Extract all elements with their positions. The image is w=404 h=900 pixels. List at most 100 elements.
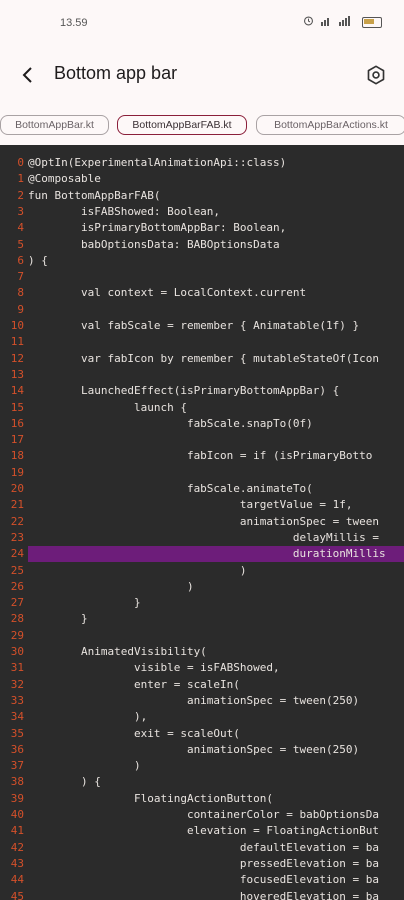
code-line: 19 — [0, 465, 404, 481]
code-text: animationSpec = tween — [28, 514, 379, 528]
alarm-icon — [303, 15, 314, 29]
page-title: Bottom app bar — [54, 63, 178, 83]
line-number: 2 — [17, 188, 24, 202]
code-text: visible = isFABShowed, — [28, 661, 280, 675]
code-text: hoveredElevation = ba — [28, 889, 379, 900]
code-line: 24 durationMillis — [0, 546, 404, 563]
line-number: 21 — [10, 498, 24, 512]
line-number: 42 — [10, 840, 24, 854]
code-line: 27 } — [0, 595, 404, 611]
line-number: 36 — [10, 742, 24, 756]
line-number: 3 — [17, 204, 24, 218]
code-viewer[interactable]: 0 @OptIn(ExperimentalAnimationApi::class)… — [0, 145, 404, 900]
code-line: 39 FloatingActionButton( — [0, 791, 404, 807]
code-text: ) — [28, 563, 247, 577]
code-line: 44 focusedElevation = ba — [0, 872, 404, 888]
line-number: 35 — [10, 726, 24, 740]
code-line: 2 fun BottomAppBarFAB( — [0, 188, 404, 204]
code-text: containerColor = babOptionsDa — [28, 808, 379, 821]
code-line: 7 — [0, 269, 404, 285]
line-number: 32 — [10, 677, 24, 691]
arrow-back-icon[interactable] — [14, 62, 42, 88]
code-line: 42 defaultElevation = ba — [0, 840, 404, 856]
code-line: 23 delayMillis = — [0, 530, 404, 546]
line-number: 9 — [17, 302, 24, 316]
line-number: 43 — [10, 856, 24, 870]
code-line: 32 enter = scaleIn( — [0, 677, 404, 693]
line-number: 39 — [10, 791, 24, 805]
line-number: 20 — [10, 482, 24, 495]
line-number: 25 — [10, 563, 24, 577]
code-text: } — [28, 612, 88, 626]
code-line: 1 @Composable — [0, 171, 404, 187]
code-text: animationSpec = tween(250) — [28, 742, 360, 756]
line-number: 17 — [10, 433, 24, 447]
code-line: 20 fabScale.animateTo( — [0, 481, 404, 497]
code-text: fabIcon = if (isPrimaryBotto — [28, 449, 373, 463]
code-line: 13 — [0, 367, 404, 383]
code-line: 25 ) — [0, 563, 404, 579]
code-line: 26 ) — [0, 579, 404, 595]
code-text: pressedElevation = ba — [28, 856, 379, 870]
line-number: 13 — [10, 367, 24, 381]
code-text: LaunchedEffect(isPrimaryBottomAppBar) { — [28, 384, 340, 398]
settings-icon[interactable] — [362, 62, 390, 88]
code-line: 15 launch { — [0, 400, 404, 416]
line-number: 30 — [10, 645, 24, 658]
code-line: 5 babOptionsData: BABOptionsData — [0, 237, 404, 253]
line-number: 40 — [10, 808, 24, 821]
code-line: 34 ), — [0, 709, 404, 725]
code-text: @OptIn(ExperimentalAnimationApi::class) — [28, 156, 287, 169]
code-line: 36 animationSpec = tween(250) — [0, 742, 404, 758]
code-text: enter = scaleIn( — [28, 677, 240, 691]
code-line: 0 @OptIn(ExperimentalAnimationApi::class) — [0, 155, 404, 171]
code-line: 21 targetValue = 1f, — [0, 497, 404, 513]
battery-icon — [362, 16, 382, 28]
code-line: 38 ) { — [0, 774, 404, 790]
tab-bottomappbarfab[interactable]: BottomAppBarFAB.kt — [117, 115, 247, 135]
code-line: 43 pressedElevation = ba — [0, 856, 404, 872]
code-line: 22 animationSpec = tween — [0, 514, 404, 530]
tab-bottomappbaractions[interactable]: BottomAppBarActions.kt — [256, 115, 404, 135]
line-number: 11 — [10, 335, 24, 349]
line-number: 18 — [10, 449, 24, 463]
code-line: 33 animationSpec = tween(250) — [0, 693, 404, 709]
line-number: 16 — [10, 416, 24, 430]
line-number: 38 — [10, 775, 24, 789]
code-text: launch { — [28, 400, 187, 414]
line-number: 37 — [10, 759, 24, 773]
code-text: exit = scaleOut( — [28, 726, 240, 740]
code-line: 37 ) — [0, 758, 404, 774]
line-number: 23 — [10, 530, 24, 544]
code-text: ) — [28, 759, 141, 773]
code-line: 29 — [0, 628, 404, 644]
tab-bottomappbar[interactable]: BottomAppBar.kt — [0, 115, 109, 135]
line-number: 7 — [17, 270, 24, 284]
code-text: ), — [28, 710, 148, 724]
line-number: 28 — [10, 612, 24, 626]
code-line: 35 exit = scaleOut( — [0, 726, 404, 742]
top-app-bar: Bottom app bar — [0, 50, 404, 100]
line-number: 22 — [10, 514, 24, 528]
code-text: fabScale.snapTo(0f) — [28, 416, 313, 430]
code-text: ) — [28, 579, 194, 593]
code-text: isPrimaryBottomAppBar: Boolean, — [28, 221, 287, 235]
code-line: 3 isFABShowed: Boolean, — [0, 204, 404, 220]
file-tabs: BottomAppBar.kt BottomAppBarFAB.kt Botto… — [0, 112, 404, 142]
line-number: 6 — [17, 253, 24, 267]
status-time: 13.59 — [60, 17, 88, 29]
code-line: 4 isPrimaryBottomAppBar: Boolean, — [0, 220, 404, 236]
code-text: fabScale.animateTo( — [28, 482, 313, 495]
code-text: FloatingActionButton( — [28, 791, 274, 805]
code-text: } — [28, 596, 141, 610]
line-number: 1 — [17, 172, 24, 186]
code-text: ) { — [28, 775, 101, 789]
code-line: 41 elevation = FloatingActionBut — [0, 823, 404, 839]
code-line: 31 visible = isFABShowed, — [0, 660, 404, 676]
code-text: fun BottomAppBarFAB( — [28, 188, 161, 202]
code-text: defaultElevation = ba — [28, 840, 379, 854]
code-text: isFABShowed: Boolean, — [28, 204, 221, 218]
line-number: 4 — [17, 221, 24, 235]
status-icons — [303, 15, 382, 29]
code-text: var fabIcon by remember { mutableStateOf… — [28, 351, 379, 365]
